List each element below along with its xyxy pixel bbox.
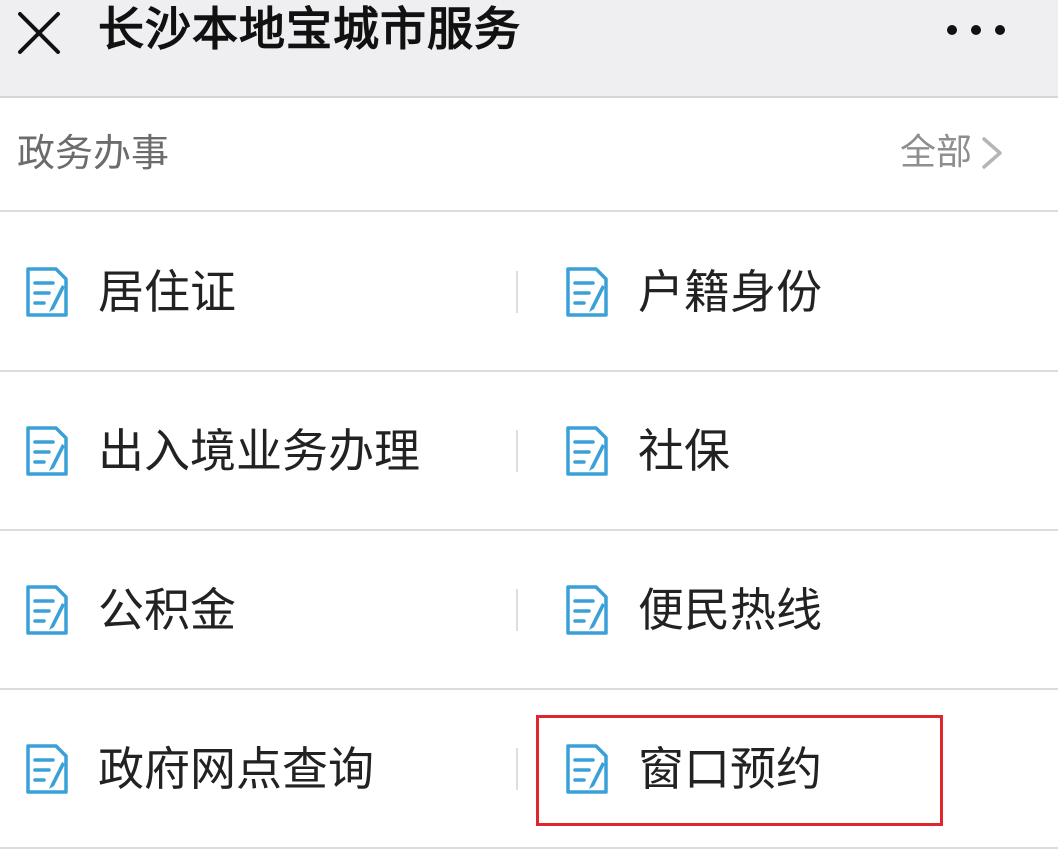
service-item[interactable]: 出入境业务办理	[20, 372, 510, 529]
view-all-link[interactable]: 全部	[900, 128, 1006, 178]
title-bar: 长沙本地宝城市服务	[0, 0, 1058, 98]
service-label: 居住证	[98, 264, 236, 319]
document-edit-icon	[26, 266, 68, 317]
column-divider	[516, 589, 518, 631]
page-title: 长沙本地宝城市服务	[98, 2, 521, 56]
document-edit-icon	[566, 266, 608, 317]
service-item[interactable]: 社保	[560, 372, 1050, 529]
service-item[interactable]: 政府网点查询	[20, 690, 510, 847]
chevron-right-icon	[982, 137, 1002, 169]
document-edit-icon	[566, 743, 608, 794]
service-item[interactable]: 公积金	[20, 531, 510, 688]
service-item[interactable]: 居住证	[20, 213, 510, 370]
service-row: 出入境业务办理 社保	[0, 372, 1058, 531]
column-divider	[516, 430, 518, 472]
document-edit-icon	[26, 425, 68, 476]
section-header: 政务办事 全部	[0, 98, 1058, 212]
close-icon	[18, 12, 60, 54]
service-label: 窗口预约	[638, 741, 822, 796]
document-edit-icon	[26, 584, 68, 635]
close-button[interactable]	[14, 8, 64, 58]
view-all-label: 全部	[900, 132, 973, 173]
document-edit-icon	[566, 584, 608, 635]
service-item[interactable]: 窗口预约	[560, 690, 1050, 847]
service-label: 社保	[638, 423, 730, 478]
service-item[interactable]: 户籍身份	[560, 213, 1050, 370]
service-label: 公积金	[98, 582, 236, 637]
more-button[interactable]	[936, 10, 1016, 50]
column-divider	[516, 271, 518, 313]
section-title: 政务办事	[17, 131, 170, 175]
document-edit-icon	[566, 425, 608, 476]
service-label: 便民热线	[638, 582, 822, 637]
service-label: 政府网点查询	[98, 741, 374, 796]
document-edit-icon	[26, 743, 68, 794]
service-label: 出入境业务办理	[98, 423, 420, 478]
service-label: 户籍身份	[638, 264, 822, 319]
service-row: 公积金 便民热线	[0, 531, 1058, 690]
more-icon	[947, 25, 1005, 35]
service-item[interactable]: 便民热线	[560, 531, 1050, 688]
service-row: 居住证 户籍身份	[0, 213, 1058, 372]
service-row: 政府网点查询 窗口预约	[0, 690, 1058, 849]
column-divider	[516, 748, 518, 790]
